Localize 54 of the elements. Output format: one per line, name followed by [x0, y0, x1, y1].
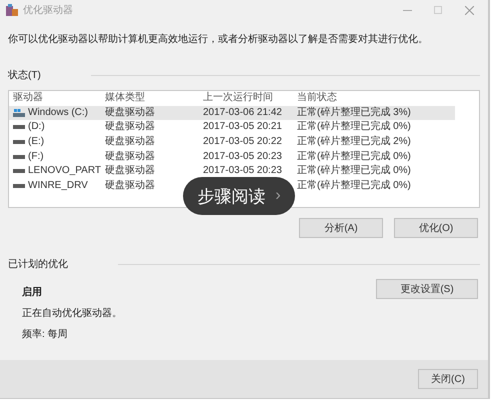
schedule-state: 启用 — [22, 285, 43, 299]
drive-icon — [13, 108, 25, 117]
table-cell-text: 硬盘驱动器 — [104, 150, 156, 164]
table-cell-text: 2017-03-06 21:42 — [202, 106, 283, 120]
chevron-icon: › — [275, 187, 281, 205]
drive-name: (D:) — [28, 120, 45, 134]
drive-name: Windows (C:) — [28, 106, 88, 120]
drive-icon — [13, 169, 25, 174]
column-header[interactable]: 媒体类型 — [101, 91, 199, 106]
table-cell-text: 正常(碎片整理已完成 3%) — [296, 106, 412, 120]
change-settings-button[interactable]: 更改设置(S) — [376, 279, 478, 299]
table-cell-text: 正常(碎片整理已完成 0%) — [296, 178, 412, 193]
drive-icon — [13, 125, 25, 130]
table-cell-text: 2017-03-05 20:23 — [202, 150, 283, 164]
table-row[interactable]: Windows (C:) 硬盘驱动器 2017-03-06 21:42 正常(碎片整理已完成 3%) — [9, 106, 455, 120]
table-cell-text: 正常(碎片整理已完成 0%) — [296, 120, 412, 134]
drive-name: (F:) — [28, 150, 44, 164]
table-cell-text: 硬盘驱动器 — [104, 178, 156, 193]
schedule-note: 正在自动优化驱动器。 — [22, 307, 122, 320]
table-row[interactable]: (E:) 硬盘驱动器 2017-03-05 20:22 正常(碎片整理已完成 2%) — [9, 134, 455, 150]
close-button[interactable]: 关闭(C) — [418, 369, 478, 389]
column-header[interactable]: 当前状态 — [293, 91, 453, 106]
section-label: 已计划的优化 — [8, 258, 68, 271]
table-row[interactable]: LENOVO_PART 硬盘驱动器 2017-03-05 20:23 正常(碎片整理已完成 0%) — [9, 164, 455, 179]
maximize-icon[interactable] — [434, 6, 442, 14]
table-cell-text: 正常(碎片整理已完成 0%) — [296, 164, 412, 178]
section-label: 状态(T) — [8, 68, 41, 82]
table-cell-text: 硬盘驱动器 — [104, 164, 156, 178]
drive-icon — [13, 184, 25, 188]
drive-icon — [13, 140, 25, 144]
drive-name: (E:) — [28, 135, 44, 150]
drive-icon — [13, 154, 25, 159]
action-button[interactable]: 优化(O) — [394, 218, 478, 238]
column-header[interactable]: 驱动器 — [9, 91, 101, 106]
close-icon[interactable] — [464, 6, 474, 14]
table-cell-text: 硬盘驱动器 — [104, 120, 156, 134]
description-text: 你可以优化驱动器以帮助计算机更高效地运行，或者分析驱动器以了解是否需要对其进行优化。 — [8, 32, 429, 46]
table-cell-text: 硬盘驱动器 — [104, 135, 156, 150]
table-row[interactable]: (F:) 硬盘驱动器 2017-03-05 20:23 正常(碎片整理已完成 0%) — [9, 149, 455, 164]
table-cell-text: 硬盘驱动器 — [104, 106, 156, 120]
window-title: 优化驱动器 — [23, 4, 74, 17]
table-cell-text: 2017-03-05 20:21 — [202, 120, 283, 134]
frequency-text: 频率: 每周 — [22, 328, 69, 341]
table-cell-text: 2017-03-05 20:22 — [202, 135, 283, 150]
table-row[interactable]: (D:) 硬盘驱动器 2017-03-05 20:21 正常(碎片整理已完成 0%) — [9, 120, 455, 135]
table-cell-text: 正常(碎片整理已完成 2%) — [296, 135, 412, 150]
action-button[interactable]: 分析(A) — [299, 218, 383, 238]
table-cell-text: 2017-03-05 20:23 — [202, 164, 283, 178]
drive-name: LENOVO_PART — [28, 164, 101, 178]
app-icon — [6, 4, 18, 16]
step-reading-button[interactable]: 步骤阅读 › — [183, 177, 295, 215]
table-cell-text: 正常(碎片整理已完成 0%) — [296, 150, 412, 164]
drive-name: WINRE_DRV — [28, 178, 88, 193]
column-header[interactable]: 上一次运行时间 — [199, 91, 293, 106]
